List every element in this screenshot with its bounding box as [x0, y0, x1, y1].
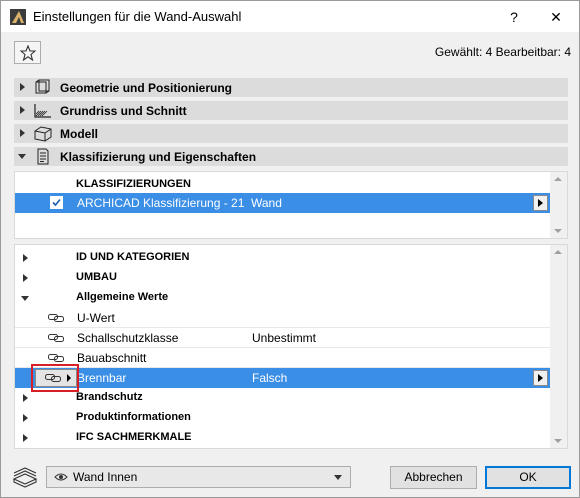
arrow-right-icon [538, 374, 543, 382]
scroll-down-icon[interactable] [554, 439, 562, 443]
property-row-selected[interactable]: Brennbar Falsch [15, 368, 551, 388]
classification-checkbox[interactable] [50, 196, 63, 209]
ok-button[interactable]: OK [485, 466, 571, 489]
panel-label: Klassifizierung und Eigenschaften [60, 150, 257, 164]
group-ifc[interactable]: IFC SACHMERKMALE [15, 428, 551, 448]
dialog-window: Einstellungen für die Wand-Auswahl ? ✕ G… [0, 0, 580, 498]
panel-classification[interactable]: Klassifizierung und Eigenschaften [14, 147, 568, 166]
scroll-down-icon[interactable] [554, 229, 562, 233]
group-product-info[interactable]: Produktinformationen [15, 408, 551, 428]
scroll-up-icon[interactable] [554, 250, 562, 254]
classification-value: Wand [251, 196, 282, 210]
property-name: Brennbar [77, 371, 127, 385]
link-icon [48, 354, 64, 362]
panel-label: Geometrie und Positionierung [60, 81, 233, 95]
geometry-icon [35, 79, 50, 94]
group-label: Allgemeine Werte [76, 291, 169, 303]
group-label: Produktinformationen [76, 411, 191, 423]
group-label: UMBAU [76, 271, 117, 283]
close-button[interactable]: ✕ [539, 5, 573, 29]
property-name: U-Wert [77, 311, 115, 325]
expand-arrow-icon [23, 254, 28, 262]
group-id-categories[interactable]: ID UND KATEGORIEN [15, 248, 551, 268]
expand-arrow-icon [23, 394, 28, 402]
group-label: IFC SACHMERKMALE [76, 431, 192, 443]
property-value[interactable]: Unbestimmt [252, 331, 316, 345]
classification-header: KLASSIFIZIERUNGEN [76, 178, 191, 190]
window-title: Einstellungen für die Wand-Auswahl [33, 9, 242, 24]
property-name: Schallschutzklasse [77, 331, 179, 345]
cancel-button[interactable]: Abbrechen [390, 466, 477, 489]
classification-scrollbar[interactable] [550, 172, 567, 238]
link-icon [48, 314, 64, 322]
scroll-up-icon[interactable] [554, 177, 562, 181]
property-row[interactable]: Schallschutzklasse Unbestimmt [15, 328, 551, 348]
panel-label: Modell [60, 127, 98, 141]
expand-arrow-icon [23, 434, 28, 442]
classification-row[interactable]: ARCHICAD Klassifizierung - 21 Wand [15, 193, 551, 213]
classification-list: KLASSIFIZIERUNGEN ARCHICAD Klassifizieru… [14, 171, 568, 239]
checkmark-icon [52, 198, 61, 207]
archicad-app-icon [10, 9, 26, 25]
property-value[interactable]: Falsch [252, 371, 287, 385]
panel-model[interactable]: Modell [14, 124, 568, 143]
group-label: ID UND KATEGORIEN [76, 251, 190, 263]
classification-icon [37, 148, 49, 165]
panel-floorplan[interactable]: Grundriss und Schnitt [14, 101, 568, 120]
favorite-name: Wand Innen [73, 470, 138, 484]
properties-scrollbar[interactable] [550, 245, 567, 448]
expand-arrow-icon [23, 274, 28, 282]
expand-arrow-icon [20, 83, 25, 91]
group-renovation[interactable]: UMBAU [15, 268, 551, 288]
layers-icon [12, 467, 38, 488]
title-bar: Einstellungen für die Wand-Auswahl ? ✕ [1, 1, 579, 32]
highlight-box [31, 364, 79, 392]
floorplan-icon [34, 104, 51, 118]
arrow-right-icon [538, 199, 543, 207]
property-name: Bauabschnitt [77, 351, 147, 365]
collapse-arrow-icon [21, 296, 29, 301]
favorite-dropdown[interactable]: Wand Innen [46, 466, 351, 488]
properties-list: ID UND KATEGORIEN UMBAU Allgemeine Werte… [14, 244, 568, 449]
star-icon [20, 45, 36, 61]
classification-name: ARCHICAD Klassifizierung - 21 [77, 196, 245, 210]
model-icon [34, 126, 52, 142]
collapse-arrow-icon [18, 154, 26, 159]
group-label: Brandschutz [76, 391, 143, 403]
expand-arrow-icon [20, 106, 25, 114]
help-button[interactable]: ? [497, 5, 531, 29]
group-fire-protection[interactable]: Brandschutz [15, 388, 551, 408]
favorites-button[interactable] [14, 41, 41, 64]
group-general-values[interactable]: Allgemeine Werte [15, 288, 551, 308]
link-icon [48, 334, 64, 342]
panel-label: Grundriss und Schnitt [60, 104, 187, 118]
classification-picker-button[interactable] [533, 195, 548, 211]
expand-arrow-icon [20, 129, 25, 137]
panel-geometry[interactable]: Geometrie und Positionierung [14, 78, 568, 97]
value-picker-button[interactable] [533, 370, 548, 386]
expand-arrow-icon [23, 414, 28, 422]
chevron-down-icon [334, 475, 342, 480]
eye-icon [54, 473, 68, 481]
property-row[interactable]: U-Wert [15, 308, 551, 328]
property-row[interactable]: Bauabschnitt [15, 348, 551, 368]
selection-count: Gewählt: 4 Bearbeitbar: 4 [434, 45, 571, 59]
